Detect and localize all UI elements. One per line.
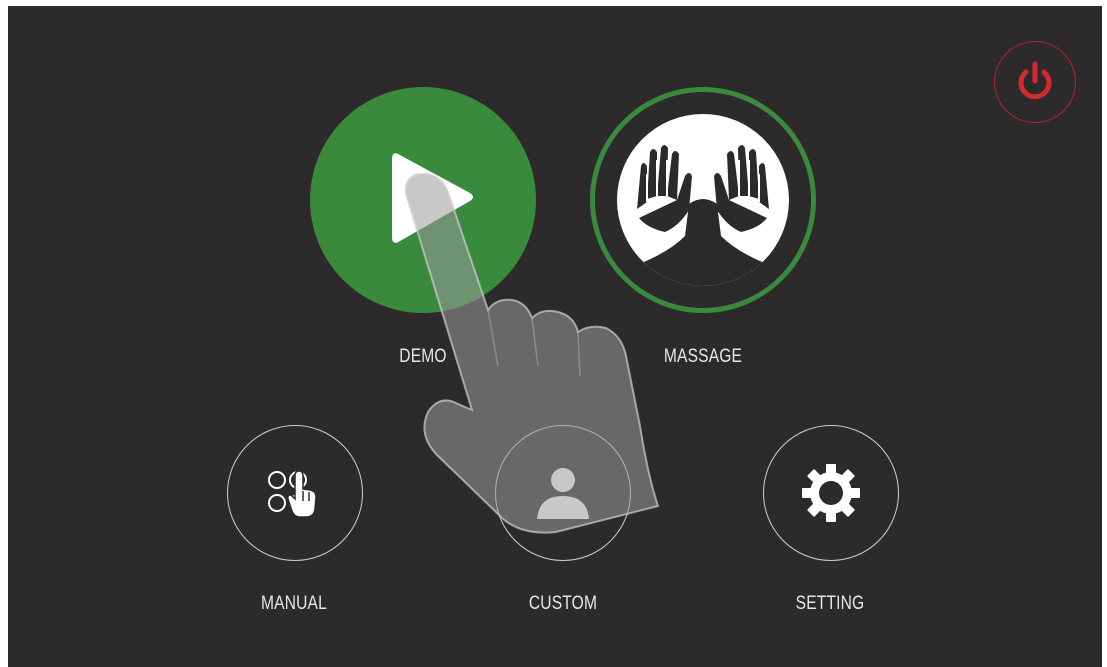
- manual-label: MANUAL: [261, 593, 327, 614]
- massage-icon-disc: [617, 114, 789, 286]
- app-screen: DEMO MASSAGE MANUAL CUSTOM SETTING: [8, 6, 1102, 667]
- custom-button[interactable]: [495, 425, 631, 561]
- massage-label: MASSAGE: [663, 346, 743, 367]
- demo-button[interactable]: [310, 87, 536, 313]
- gear-icon: [802, 464, 860, 522]
- setting-button[interactable]: [763, 425, 899, 561]
- play-icon: [392, 153, 473, 243]
- massage-button[interactable]: [590, 87, 816, 313]
- user-icon: [537, 468, 589, 519]
- hands-massage-icon: [637, 145, 769, 286]
- manual-button[interactable]: [227, 425, 363, 561]
- power-button[interactable]: [994, 41, 1076, 123]
- setting-label: SETTING: [795, 593, 865, 614]
- custom-label: CUSTOM: [528, 593, 598, 614]
- pointing-hand-icon: [404, 172, 660, 534]
- power-icon: [1018, 61, 1052, 100]
- manual-select-icon: [268, 470, 317, 518]
- demo-label: DEMO: [399, 346, 447, 367]
